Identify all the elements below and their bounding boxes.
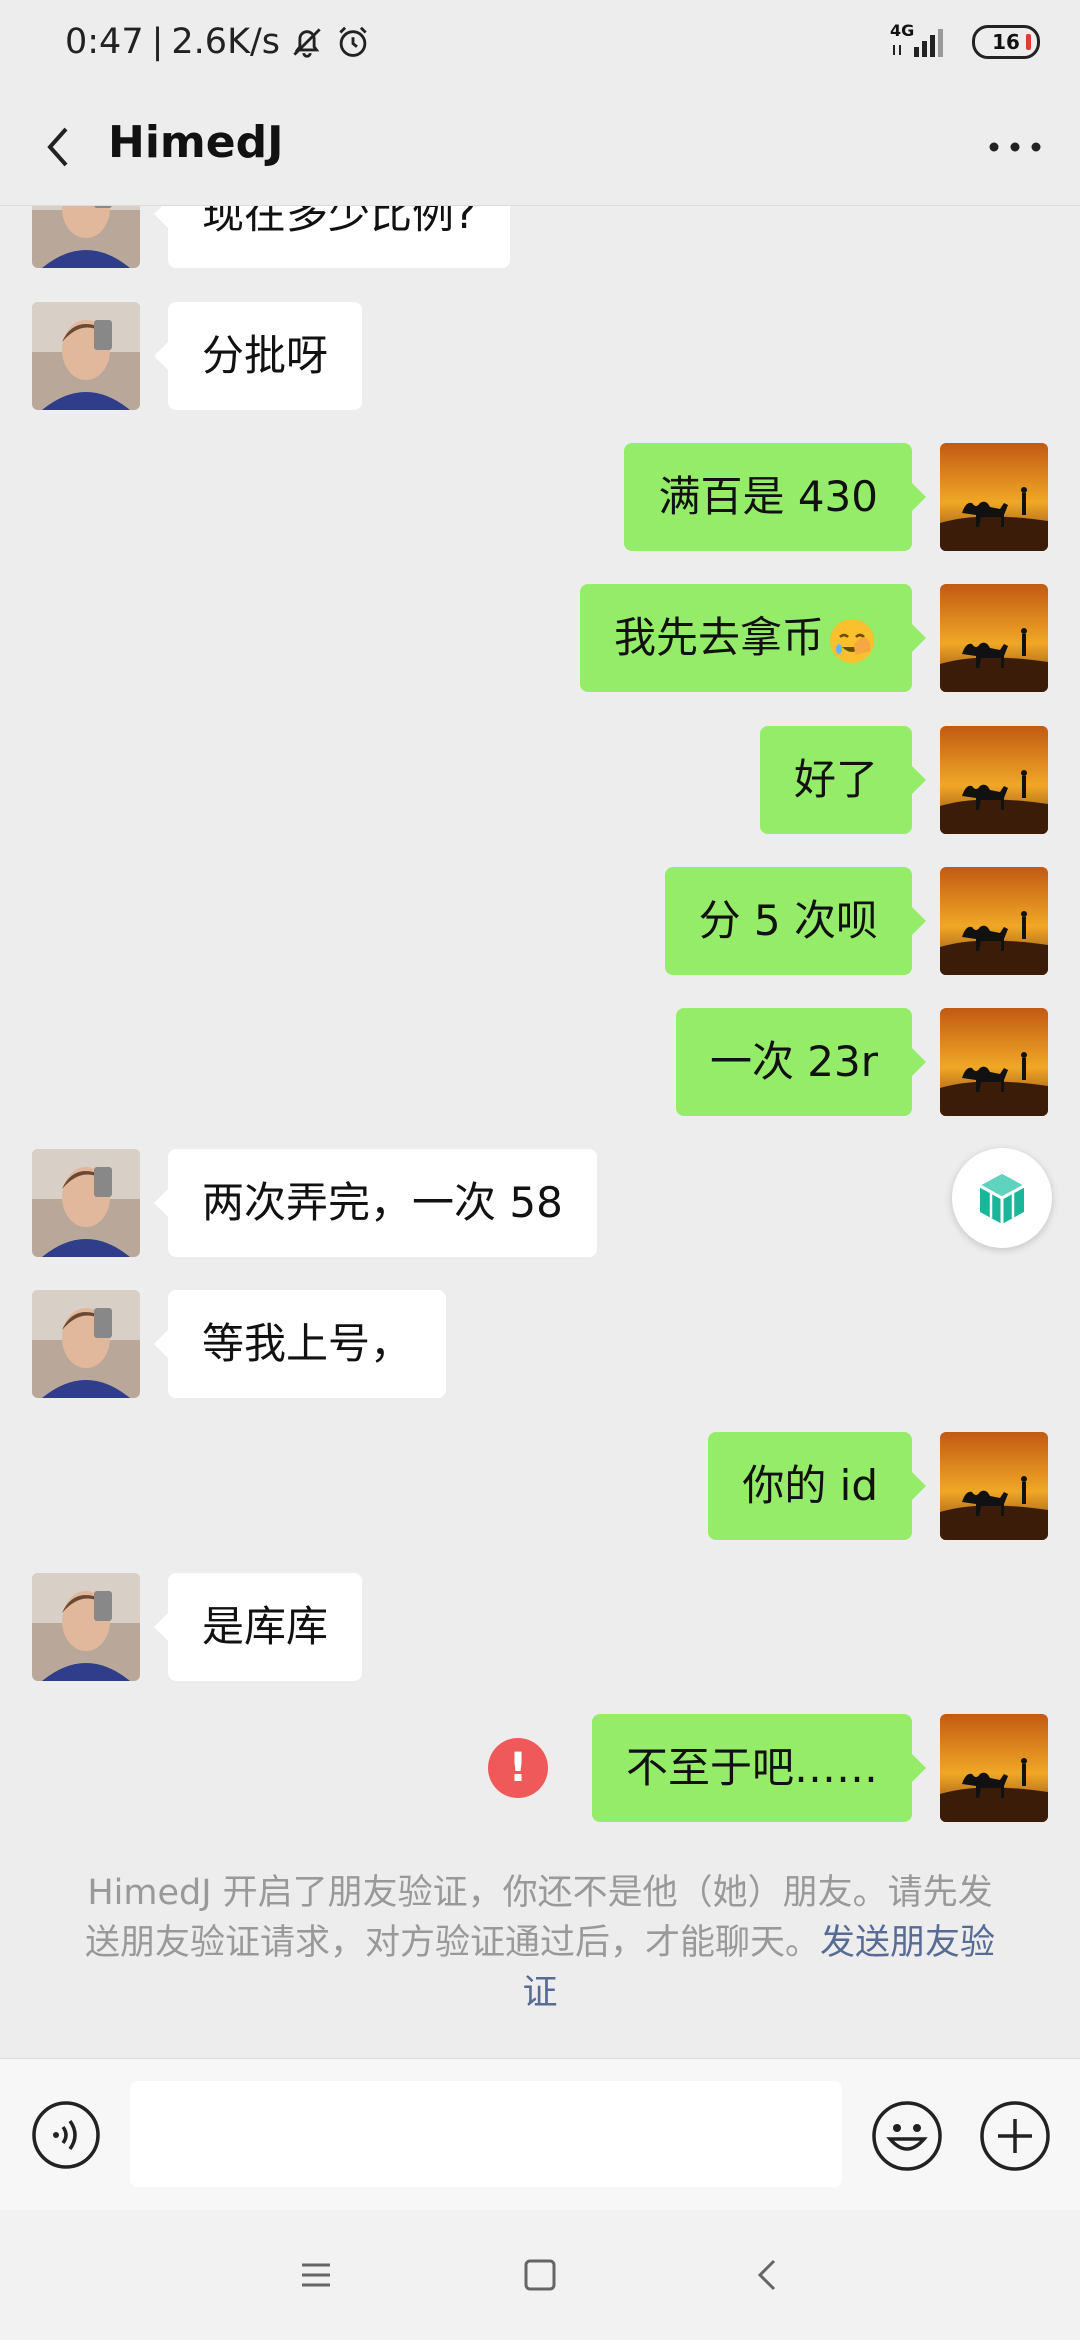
message-bubble[interactable]: 我先去拿币 [579,584,927,692]
contact-avatar[interactable] [32,302,140,410]
friend-verification-notice: HimedJ 开启了朋友验证，你还不是他（她）朋友。请先发送朋友验证请求，对方验… [80,1868,1000,2018]
status-left: 0:47 | 2.6K/s [65,22,372,62]
self-avatar[interactable] [940,1008,1048,1116]
cube-icon [979,1174,1025,1224]
alarm-icon [339,26,367,57]
message-input[interactable] [130,2081,842,2187]
message-bubble[interactable]: 你的 id [708,1432,926,1540]
message-received: 现在多少比例? [0,206,1080,268]
message-sent: ! 不至于吧…… [0,1714,1080,1822]
back-button[interactable] [30,117,90,177]
chat-area[interactable]: 现在多少比例? 分批呀 满百是 430 我先去拿币 好了 分 5 次呗 一次 2… [0,206,1080,2056]
message-sent: 好了 [0,726,1080,834]
contact-avatar[interactable] [32,206,140,268]
more-options-button[interactable] [980,117,1050,177]
message-received: 等我上号， [0,1290,1080,1398]
emoji-button[interactable] [870,2099,944,2173]
floating-cube-button[interactable] [952,1148,1052,1248]
battery-icon: 16 [972,25,1040,59]
home-nav-icon[interactable] [520,2255,560,2295]
message-bubble[interactable]: 分批呀 [153,302,363,410]
self-avatar[interactable] [940,867,1048,975]
message-bubble[interactable]: 是库库 [153,1573,363,1681]
message-text: 我先去拿币 [613,613,824,662]
message-received: 是库库 [0,1573,1080,1681]
status-time: 0:47 [65,22,144,62]
self-avatar[interactable] [940,1714,1048,1822]
message-sent: 一次 23r [0,1008,1080,1116]
status-bar: 0:47 | 2.6K/s 4G 16 [0,0,1080,95]
voice-input-button[interactable] [30,2099,102,2171]
self-avatar[interactable] [940,726,1048,834]
system-nav-bar [0,2210,1080,2340]
menu-nav-icon[interactable] [296,2255,336,2295]
message-received: 分批呀 [0,302,1080,410]
status-speed: 2.6K/s [171,22,281,62]
send-failed-icon[interactable]: ! [488,1738,548,1798]
mute-bell-icon [293,28,321,58]
contact-avatar[interactable] [32,1290,140,1398]
status-separator: | [151,22,164,62]
message-sent: 分 5 次呗 [0,867,1080,975]
message-sent: 你的 id [0,1432,1080,1540]
message-bubble[interactable]: 两次弄完，一次 58 [154,1149,597,1257]
message-sent: 我先去拿币 [0,584,1080,692]
signal-icon: 4G [890,21,950,59]
chat-header: HimedJ [0,95,1080,206]
status-right: 4G 16 [890,21,1040,59]
input-bar [0,2058,1080,2211]
contact-avatar[interactable] [32,1149,140,1257]
message-bubble[interactable]: 一次 23r [675,1008,927,1116]
message-bubble[interactable]: 满百是 430 [624,443,926,551]
self-avatar[interactable] [940,584,1048,692]
message-received: 两次弄完，一次 58 [0,1149,1080,1257]
more-functions-button[interactable] [978,2099,1052,2173]
contact-avatar[interactable] [32,1573,140,1681]
self-avatar[interactable] [940,1432,1048,1540]
message-bubble[interactable]: 等我上号， [153,1290,447,1398]
facepalm-emoji-icon [830,618,874,663]
chat-title: HimedJ [108,117,284,168]
message-bubble[interactable]: 好了 [759,726,927,834]
message-bubble[interactable]: 不至于吧…… [591,1714,927,1822]
self-avatar[interactable] [940,443,1048,551]
message-sent: 满百是 430 [0,443,1080,551]
message-bubble[interactable]: 分 5 次呗 [664,867,927,975]
back-nav-icon[interactable] [748,2255,788,2295]
message-bubble[interactable]: 现在多少比例? [153,206,511,268]
